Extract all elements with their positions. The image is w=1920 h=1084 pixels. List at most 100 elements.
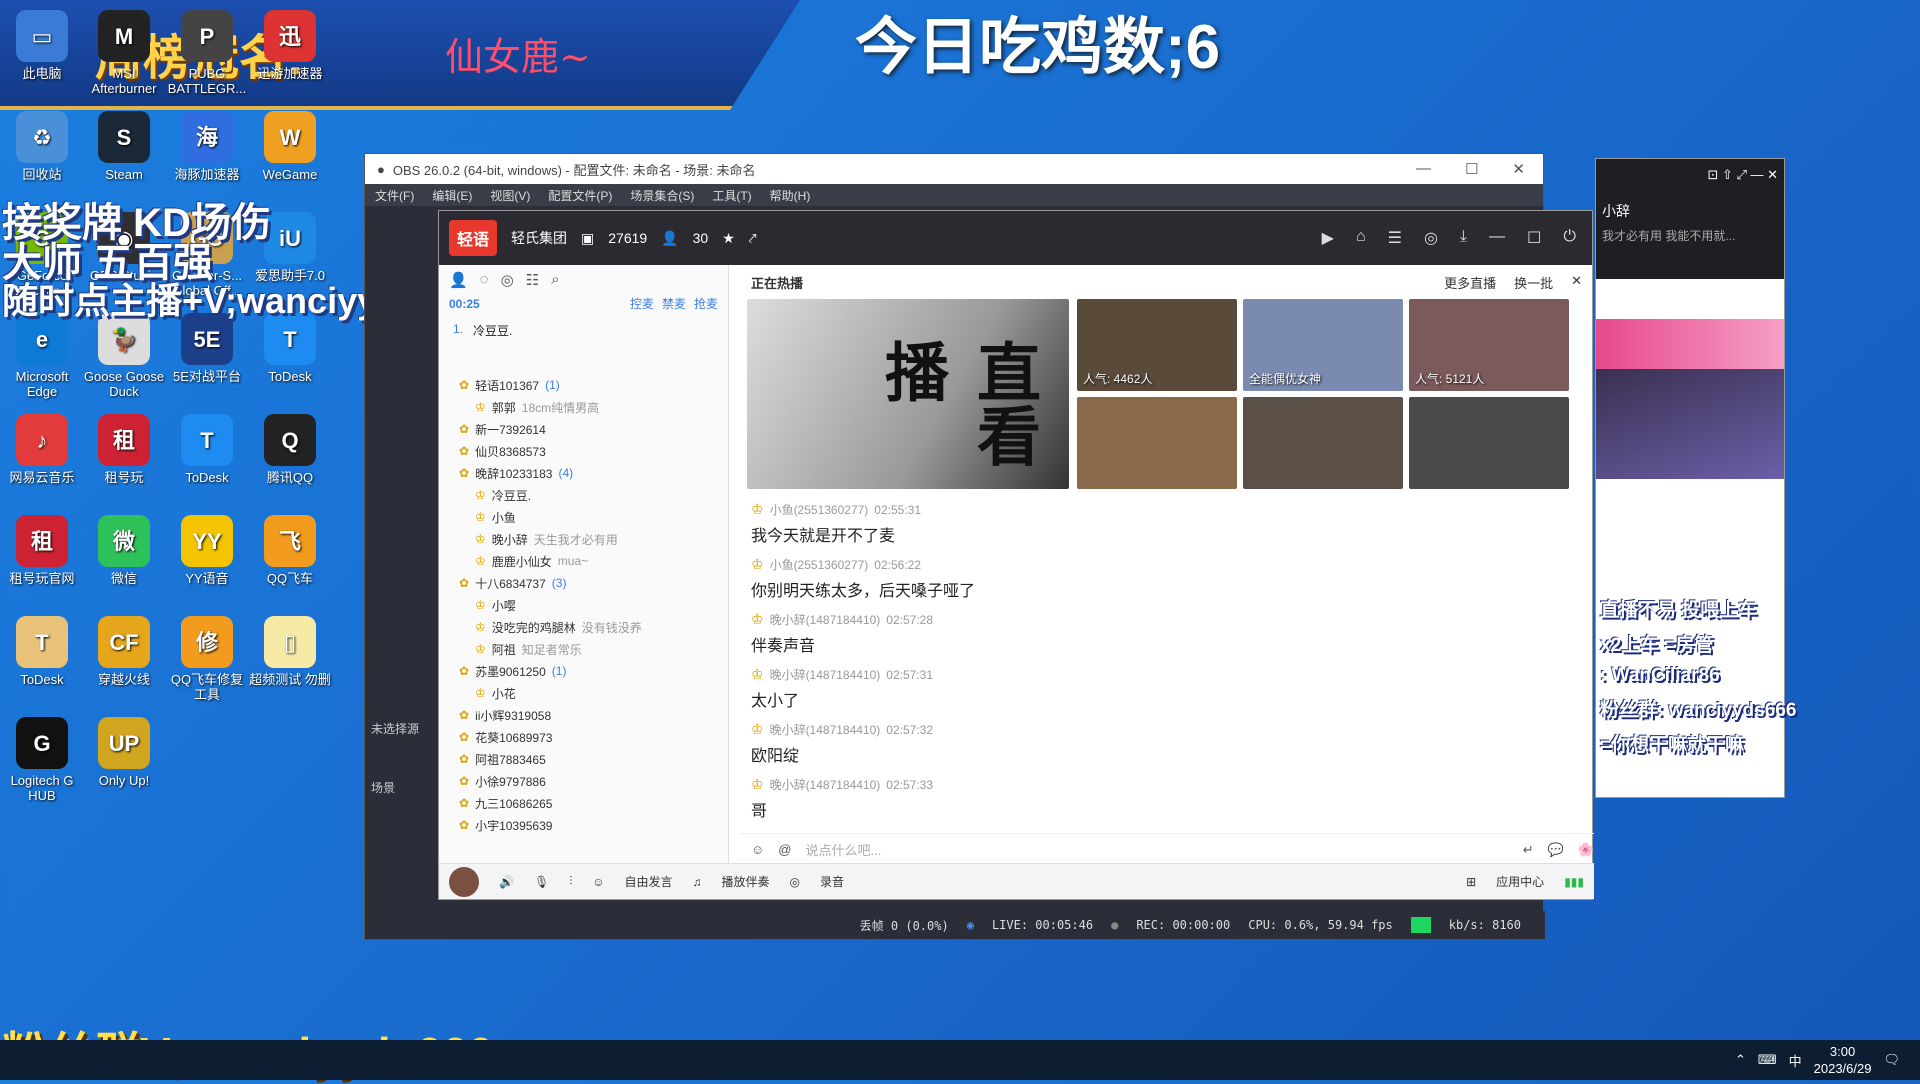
desktop-icon[interactable]: ▭ 此电脑 (0, 10, 84, 81)
more-live-link[interactable]: 更多直播 (1444, 273, 1496, 292)
channel-group[interactable]: ✿ 阿祖7883465 (439, 748, 728, 770)
send-icon[interactable]: ↵ (1523, 842, 1534, 858)
profile-banner[interactable] (1596, 319, 1784, 369)
desktop-icon[interactable]: ▯ 超频测试 勿删 (248, 616, 332, 687)
desktop-icon[interactable]: UP Only Up! (82, 717, 166, 788)
record-button[interactable]: 录音 (820, 873, 844, 890)
user-item[interactable]: ♔ 郭郭 18cm纯情男高 (439, 396, 728, 418)
channel-group[interactable]: ✿ 小宇10395639 (439, 814, 728, 836)
user-item[interactable]: ♔ 晚小辞 天生我才必有用 (439, 528, 728, 550)
desktop-icon[interactable]: Q 腾讯QQ (248, 414, 332, 485)
mic-action[interactable]: 抢麦 (694, 295, 718, 312)
obs-menu-item[interactable]: 视图(V) (490, 187, 530, 204)
hot-thumbnail[interactable]: 人气: 4462人 (1077, 299, 1237, 391)
play-music-button[interactable]: 播放伴奏 (721, 873, 769, 890)
user-item[interactable]: ♔ 鹿鹿小仙女 mua~ (439, 550, 728, 572)
chat-user[interactable]: 晚小辞(1487184410) (770, 776, 881, 793)
location-icon[interactable]: ◎ (501, 271, 514, 289)
desktop-icon[interactable]: 修 QQ飞车修复工具 (165, 616, 249, 702)
close-icon[interactable]: ✕ (1571, 273, 1582, 292)
obs-menu-item[interactable]: 场景集合(S) (630, 187, 694, 204)
desktop-icon[interactable]: 租租号玩官网 (0, 515, 84, 586)
gamepad-icon[interactable]: ◎ (1424, 228, 1438, 248)
list-icon[interactable]: ☰ (1388, 228, 1402, 248)
minimize-icon[interactable]: — (1489, 228, 1505, 248)
desktop-icon[interactable]: 海海豚加速器 (165, 111, 249, 182)
minimize-icon[interactable]: — (1416, 160, 1431, 178)
close-icon[interactable]: ✕ (1512, 160, 1525, 178)
refresh-link[interactable]: 换一批 (1514, 273, 1553, 292)
ime-indicator[interactable]: 中 (1789, 1051, 1802, 1070)
desktop-icon[interactable]: 微微信 (82, 515, 166, 586)
search-icon[interactable]: ⌕ (551, 271, 559, 288)
hot-thumbnail[interactable] (1243, 397, 1403, 489)
desktop-icon[interactable]: YY YY语音 (165, 515, 249, 586)
desktop-icon[interactable]: G Logitech G HUB (0, 717, 84, 803)
channel-group[interactable]: ✿ 仙贝8368573 (439, 440, 728, 462)
user-item[interactable]: ♔ 小花 (439, 682, 728, 704)
gift-icon[interactable]: 🌸 (1578, 842, 1594, 858)
channel-group[interactable]: ✿ 苏墨9061250 (1) (439, 660, 728, 682)
desktop-icon[interactable]: W WeGame (248, 111, 332, 182)
chat-user[interactable]: 晚小辞(1487184410) (770, 721, 881, 738)
chevron-up-icon[interactable]: ⌃ (1735, 1052, 1746, 1068)
user-item[interactable]: ♔ 小鱼 (439, 506, 728, 528)
live-icon[interactable]: ▶ (1322, 228, 1334, 248)
channel-group[interactable]: ✿ 九三10686265 (439, 792, 728, 814)
maximize-icon[interactable]: ☐ (1527, 228, 1541, 248)
hot-thumbnail[interactable] (1077, 397, 1237, 489)
obs-menu-item[interactable]: 工具(T) (712, 187, 751, 204)
notification-icon[interactable]: 🗨 (1883, 1052, 1900, 1068)
user-item[interactable]: ♔ 没吃完的鸡腿林 没有钱没养 (439, 616, 728, 638)
desktop-icon[interactable]: 飞 QQ飞车 (248, 515, 332, 586)
speaker-icon[interactable]: 🔊 (499, 875, 514, 889)
chat-user[interactable]: 小鱼(2551360277) (770, 501, 869, 518)
user-item[interactable]: ♔ 冷豆豆. (439, 484, 728, 506)
chat-user[interactable]: 小鱼(2551360277) (770, 556, 869, 573)
channel-name[interactable]: 轻氏集团 (511, 228, 567, 248)
board-icon[interactable]: ☷ (526, 271, 539, 289)
mixer-icon[interactable]: ⫶ (569, 874, 572, 889)
chat-icon[interactable]: ◌ (480, 271, 489, 288)
desktop-icon[interactable]: P PUBG BATTLEGR... (165, 10, 249, 96)
clock[interactable]: 3:00 2023/6/29 (1814, 1043, 1872, 1077)
free-speak-button[interactable]: 自由发言 (624, 873, 672, 890)
download-icon[interactable]: ⤓ (1460, 228, 1467, 248)
channel-group[interactable]: ✿ 小徐9797886 (439, 770, 728, 792)
desktop-icon[interactable]: M MSI Afterburner (82, 10, 166, 96)
avatar[interactable] (449, 866, 479, 897)
channel-group[interactable]: ✿ 新一7392614 (439, 418, 728, 440)
user-icon[interactable]: 👤 (449, 271, 468, 289)
obs-menu-item[interactable]: 编辑(E) (432, 187, 472, 204)
keyboard-icon[interactable]: ⌨ (1758, 1052, 1777, 1068)
obs-menu-item[interactable]: 文件(F) (375, 187, 414, 204)
maximize-icon[interactable]: ☐ (1465, 160, 1478, 178)
power-icon[interactable]: ⏻ (1563, 228, 1576, 248)
desktop-icon[interactable]: S Steam (82, 111, 166, 182)
chat-user[interactable]: 晚小辞(1487184410) (770, 611, 881, 628)
mic-action[interactable]: 禁麦 (662, 295, 686, 312)
desktop-icon[interactable]: 租租号玩 (82, 414, 166, 485)
desktop-icon[interactable]: ♻ 回收站 (0, 111, 84, 182)
window-controls[interactable]: ⊡ ⇧ ⤢ — ✕ (1602, 167, 1778, 183)
chat-input[interactable]: 说点什么吧... (805, 840, 1508, 859)
desktop-icon[interactable]: ♪ 网易云音乐 (0, 414, 84, 485)
desktop-icon[interactable]: T ToDesk (0, 616, 84, 687)
hot-thumbnail[interactable]: 全能偶优女神 (1243, 299, 1403, 391)
desktop-icon[interactable]: 🦆 Goose Goose Duck (82, 313, 166, 399)
desktop-icon[interactable]: CF 穿越火线 (82, 616, 166, 687)
channel-group[interactable]: ✿ 晚辞10233183 (4) (439, 462, 728, 484)
at-icon[interactable]: @ (778, 842, 791, 857)
user-item[interactable]: ♔ 小嘤 (439, 594, 728, 616)
hot-thumbnail[interactable]: 人气: 5121人 (1409, 299, 1569, 391)
obs-menu-item[interactable]: 帮助(H) (770, 187, 811, 204)
share-icon[interactable]: ⤤ (749, 230, 757, 247)
channel-group[interactable]: ✿ ii小辉9319058 (439, 704, 728, 726)
app-center-button[interactable]: 应用中心 (1496, 873, 1544, 890)
desktop-icon[interactable]: e Microsoft Edge (0, 313, 84, 399)
obs-menu-item[interactable]: 配置文件(P) (548, 187, 612, 204)
mic-action[interactable]: 控麦 (630, 295, 654, 312)
mic-icon[interactable]: 🎙 (534, 875, 549, 889)
user-item[interactable]: ♔ 阿祖 知足者常乐 (439, 638, 728, 660)
desktop-icon[interactable]: T ToDesk (165, 414, 249, 485)
